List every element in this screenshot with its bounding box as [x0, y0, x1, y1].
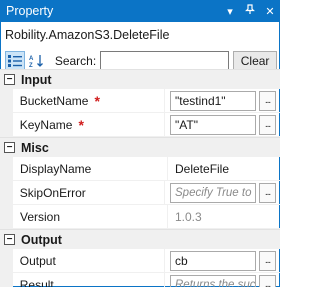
category-output[interactable]: − Output — [0, 229, 280, 249]
property-value-cell: Returns the succ... ... — [164, 273, 280, 287]
pin-icon[interactable] — [240, 4, 260, 18]
property-name: BucketName — [19, 93, 89, 108]
property-value-cell: DeleteFile — [167, 157, 280, 180]
output-field[interactable]: cb — [170, 250, 256, 271]
property-name: Result — [19, 277, 54, 287]
property-name-cell: BucketName * — [13, 89, 164, 112]
property-name-cell: Version — [13, 205, 167, 228]
required-asterisk-icon: * — [94, 92, 100, 109]
property-name: Version — [20, 209, 61, 224]
svg-text:Z: Z — [29, 63, 33, 68]
property-row: Version 1.0.3 — [0, 205, 280, 229]
property-value-cell: cb ... — [164, 249, 280, 272]
bucketname-field[interactable]: "testind1" — [170, 90, 256, 111]
ellipsis-button[interactable]: ... — [259, 114, 276, 135]
selected-object-name: Robility.AmazonS3.DeleteFile — [5, 28, 170, 42]
collapse-icon[interactable]: − — [4, 142, 15, 153]
ellipsis-button[interactable]: ... — [259, 182, 276, 203]
property-name-cell: Result — [13, 273, 164, 287]
property-row: BucketName * "testind1" ... — [0, 89, 280, 113]
displayname-field[interactable]: DeleteFile — [173, 162, 229, 176]
property-value-cell: Specify True to ... ... — [164, 181, 280, 204]
keyname-field[interactable]: "AT" — [170, 114, 256, 135]
property-value-cell: 1.0.3 — [167, 205, 280, 228]
search-label: Search: — [54, 54, 97, 68]
property-name: Output — [19, 253, 56, 268]
skiponerror-field[interactable]: Specify True to ... — [170, 182, 256, 203]
property-name-cell: Output — [13, 249, 164, 272]
category-label: Output — [21, 232, 62, 247]
category-misc[interactable]: − Misc — [0, 137, 280, 157]
property-value-cell: "testind1" ... — [164, 89, 280, 112]
search-input[interactable] — [100, 51, 230, 71]
category-label: Input — [21, 72, 52, 87]
category-input[interactable]: − Input — [0, 69, 280, 89]
property-name: SkipOnError — [19, 185, 86, 200]
ellipsis-button[interactable]: ... — [259, 90, 276, 111]
ellipsis-button[interactable]: ... — [259, 274, 276, 287]
clear-button[interactable]: Clear — [233, 51, 277, 71]
svg-text:A: A — [29, 56, 34, 62]
version-value: 1.0.3 — [175, 209, 202, 224]
alphabetical-sort-icon[interactable]: AZ — [27, 51, 47, 71]
property-name-cell: DisplayName — [13, 157, 167, 180]
ellipsis-button[interactable]: ... — [259, 250, 276, 271]
property-row: Output cb ... — [0, 249, 280, 273]
close-icon[interactable]: ✕ — [260, 5, 280, 18]
property-value-cell: "AT" ... — [164, 113, 280, 136]
result-field[interactable]: Returns the succ... — [170, 274, 256, 287]
property-row: KeyName * "AT" ... — [0, 113, 280, 137]
property-row: SkipOnError Specify True to ... ... — [0, 181, 280, 205]
property-name: KeyName — [19, 117, 73, 132]
window-title: Property — [6, 4, 54, 18]
property-name-cell: SkipOnError — [13, 181, 164, 204]
categorized-icon[interactable] — [5, 51, 25, 71]
property-name-cell: KeyName * — [13, 113, 164, 136]
category-label: Misc — [21, 140, 49, 155]
property-name: DisplayName — [20, 161, 92, 176]
property-row: DisplayName DeleteFile — [0, 157, 280, 181]
collapse-icon[interactable]: − — [4, 74, 15, 85]
dropdown-icon[interactable]: ▾ — [220, 5, 240, 18]
required-asterisk-icon: * — [78, 116, 84, 133]
property-row: Result Returns the succ... ... — [0, 273, 280, 287]
property-grid: − Input BucketName * "testind1" ... KeyN… — [0, 69, 280, 287]
collapse-icon[interactable]: − — [4, 234, 15, 245]
title-bar: Property ▾ ✕ — [0, 0, 280, 22]
